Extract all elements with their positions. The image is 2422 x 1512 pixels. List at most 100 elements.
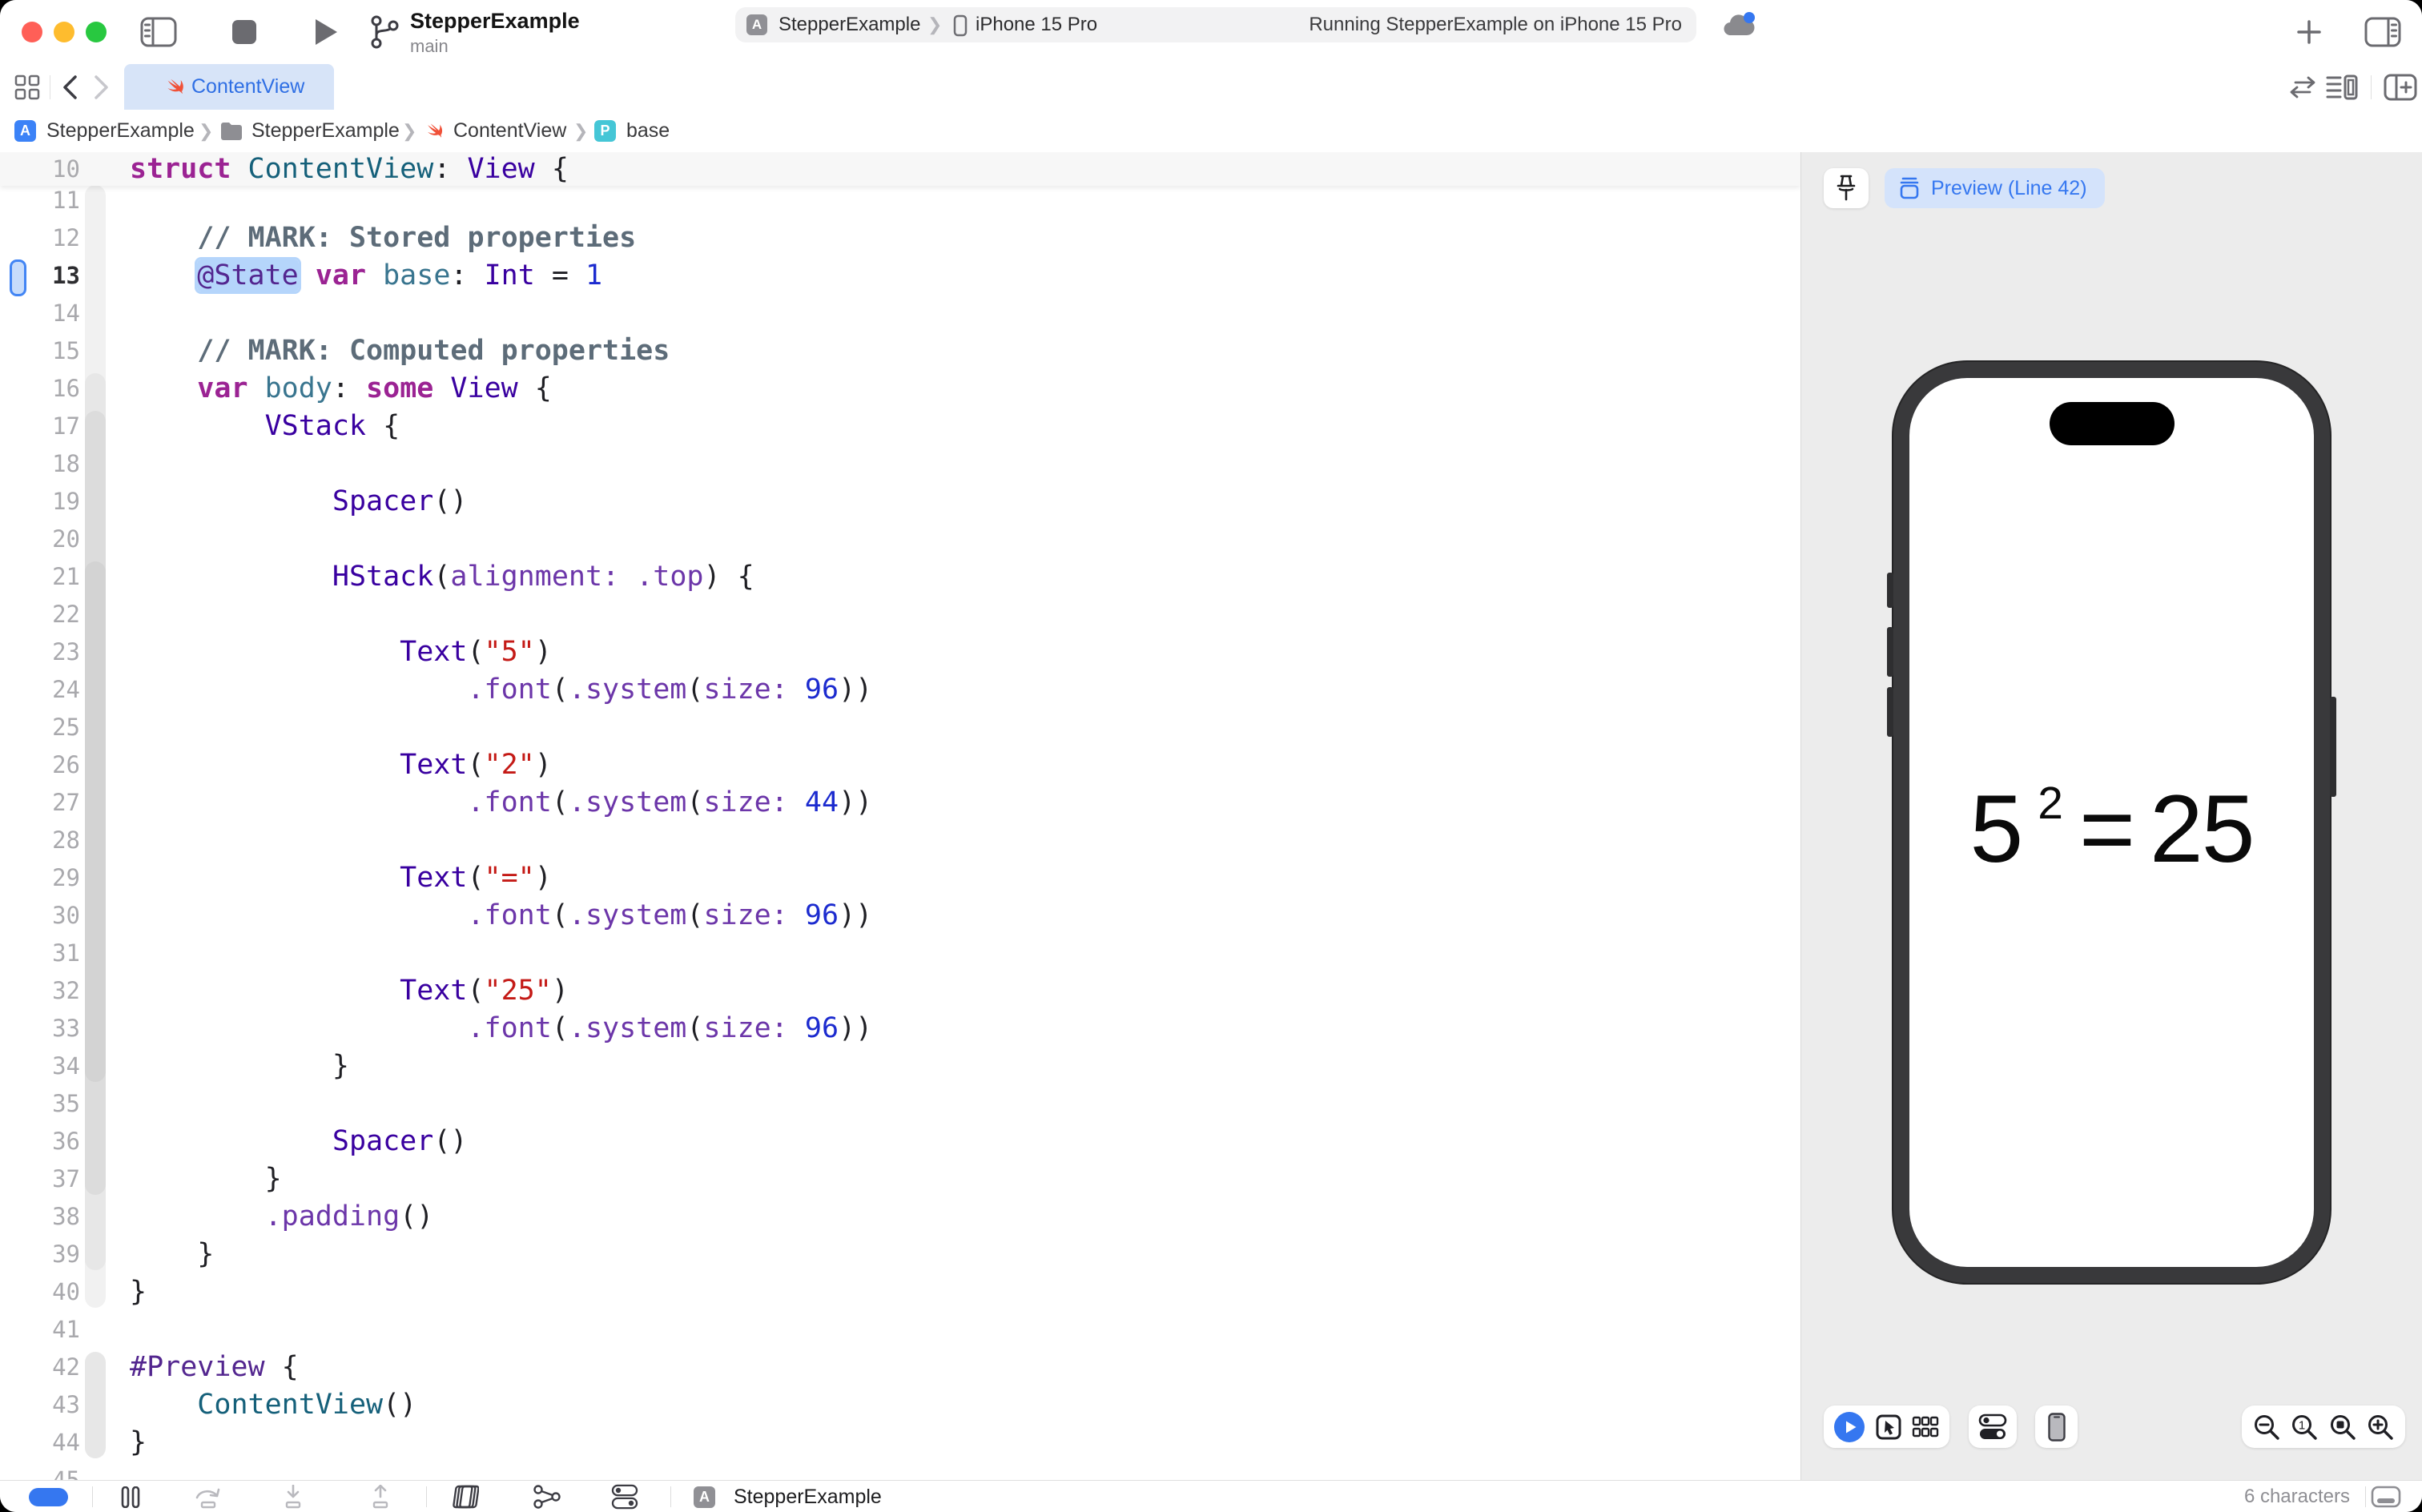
line-number[interactable]: 37 <box>0 1160 80 1198</box>
pin-preview-button[interactable] <box>1824 168 1869 208</box>
breadcrumb-file[interactable]: ContentView <box>453 110 566 152</box>
line-number[interactable]: 14 <box>0 295 80 332</box>
code-line[interactable]: 22 <box>0 596 1800 633</box>
line-number[interactable]: 36 <box>0 1123 80 1160</box>
line-number[interactable]: 28 <box>0 822 80 859</box>
toggle-inspector-sidebar-icon[interactable] <box>2364 17 2401 47</box>
run-button[interactable] <box>312 17 340 47</box>
line-number[interactable]: 34 <box>0 1048 80 1085</box>
forward-icon[interactable] <box>93 74 111 100</box>
adjust-editor-options-icon[interactable] <box>2326 74 2358 101</box>
line-number[interactable]: 15 <box>0 332 80 370</box>
breadcrumb-group[interactable]: StepperExample <box>251 110 400 152</box>
related-items-grid-icon[interactable] <box>14 74 40 100</box>
code-line[interactable]: 27 .font(.system(size: 44)) <box>0 784 1800 822</box>
sticky-line-number[interactable]: 10 <box>0 152 80 186</box>
code-line[interactable]: 19 Spacer() <box>0 483 1800 521</box>
device-settings-button[interactable] <box>1969 1405 2017 1448</box>
code-line[interactable]: 39 } <box>0 1236 1800 1273</box>
selectable-mode-icon[interactable] <box>1875 1413 1902 1441</box>
zoom-out-icon[interactable] <box>2253 1413 2280 1441</box>
line-number[interactable]: 21 <box>0 558 80 596</box>
preview-device-button[interactable] <box>2035 1405 2078 1448</box>
code-line[interactable]: 13 @State var base: Int = 1 <box>0 257 1800 295</box>
toggle-debug-area-icon[interactable] <box>2371 1486 2401 1508</box>
sticky-scope-header[interactable]: 10 struct ContentView: View { <box>0 152 1800 186</box>
code-line[interactable]: 35 <box>0 1085 1800 1123</box>
line-number[interactable]: 17 <box>0 408 80 445</box>
line-number[interactable]: 40 <box>0 1273 80 1311</box>
breadcrumb-project[interactable]: StepperExample <box>46 110 195 152</box>
line-number[interactable]: 11 <box>0 182 80 219</box>
line-number[interactable]: 29 <box>0 859 80 897</box>
line-number[interactable]: 24 <box>0 671 80 709</box>
line-number[interactable]: 43 <box>0 1386 80 1424</box>
breakpoints-toggle[interactable] <box>29 1488 68 1506</box>
memory-graph-icon[interactable] <box>532 1485 562 1509</box>
iphone-preview-device[interactable]: 5 2 = 25 <box>1893 362 2330 1283</box>
back-icon[interactable] <box>61 74 78 100</box>
line-number[interactable]: 25 <box>0 709 80 746</box>
stop-button[interactable] <box>232 20 256 44</box>
run-destination[interactable]: iPhone 15 Pro <box>976 7 1097 42</box>
code-line[interactable]: 43 ContentView() <box>0 1386 1800 1424</box>
minimize-window-button[interactable] <box>54 22 74 42</box>
line-number[interactable]: 22 <box>0 596 80 633</box>
line-number[interactable]: 42 <box>0 1349 80 1386</box>
code-review-icon[interactable] <box>2289 75 2316 99</box>
line-number[interactable]: 30 <box>0 897 80 935</box>
line-number[interactable]: 31 <box>0 935 80 972</box>
code-line[interactable]: 34 } <box>0 1048 1800 1085</box>
code-line[interactable]: 40} <box>0 1273 1800 1311</box>
code-line[interactable]: 42#Preview { <box>0 1349 1800 1386</box>
code-line[interactable]: 16 var body: some View { <box>0 370 1800 408</box>
step-over-icon[interactable] <box>192 1486 224 1509</box>
line-number[interactable]: 16 <box>0 370 80 408</box>
code-line[interactable]: 29 Text("=") <box>0 859 1800 897</box>
step-into-icon[interactable] <box>280 1485 307 1509</box>
code-line[interactable]: 17 VStack { <box>0 408 1800 445</box>
selected-token[interactable]: @State <box>197 259 298 292</box>
code-line[interactable]: 14 <box>0 295 1800 332</box>
code-line[interactable]: 45 <box>0 1462 1800 1480</box>
line-number[interactable]: 18 <box>0 445 80 483</box>
scheme-name[interactable]: StepperExample <box>778 7 920 42</box>
breadcrumb-symbol[interactable]: base <box>626 110 670 152</box>
close-window-button[interactable] <box>22 22 42 42</box>
zoom-in-icon[interactable] <box>2367 1413 2394 1441</box>
code-line[interactable]: 38 .padding() <box>0 1198 1800 1236</box>
code-line[interactable]: 24 .font(.system(size: 96)) <box>0 671 1800 709</box>
pause-execution-icon[interactable] <box>120 1486 141 1508</box>
line-number[interactable]: 33 <box>0 1010 80 1048</box>
code-line[interactable]: 23 Text("5") <box>0 633 1800 671</box>
line-number[interactable]: 19 <box>0 483 80 521</box>
code-line[interactable]: 20 <box>0 521 1800 558</box>
code-line[interactable]: 44} <box>0 1424 1800 1462</box>
zoom-fit-icon[interactable] <box>2329 1413 2356 1441</box>
line-number[interactable]: 44 <box>0 1424 80 1462</box>
preview-tab-button[interactable]: Preview (Line 42) <box>1885 168 2105 208</box>
code-line[interactable]: 26 Text("2") <box>0 746 1800 784</box>
code-line[interactable]: 25 <box>0 709 1800 746</box>
line-number[interactable]: 35 <box>0 1085 80 1123</box>
code-line[interactable]: 12 // MARK: Stored properties <box>0 219 1800 257</box>
code-line[interactable]: 28 <box>0 822 1800 859</box>
code-line[interactable]: 41 <box>0 1311 1800 1349</box>
variants-mode-icon[interactable] <box>1912 1414 1939 1440</box>
line-number[interactable]: 41 <box>0 1311 80 1349</box>
toggle-navigator-sidebar-icon[interactable] <box>140 17 177 47</box>
scheme-status-pill[interactable]: A StepperExample ❯ iPhone 15 Pro Running… <box>735 7 1696 42</box>
process-name[interactable]: StepperExample <box>734 1481 882 1512</box>
code-line[interactable]: 30 .font(.system(size: 96)) <box>0 897 1800 935</box>
add-editor-icon[interactable] <box>2384 74 2417 101</box>
line-number[interactable]: 45 <box>0 1462 80 1480</box>
line-number[interactable]: 23 <box>0 633 80 671</box>
tab-contentview[interactable]: ContentView <box>124 64 334 110</box>
line-number[interactable]: 32 <box>0 972 80 1010</box>
step-out-icon[interactable] <box>367 1485 394 1509</box>
view-hierarchy-icon[interactable] <box>449 1485 479 1509</box>
live-preview-button[interactable] <box>1834 1412 1865 1442</box>
code-line[interactable]: 33 .font(.system(size: 96)) <box>0 1010 1800 1048</box>
line-number[interactable]: 26 <box>0 746 80 784</box>
line-number[interactable]: 38 <box>0 1198 80 1236</box>
